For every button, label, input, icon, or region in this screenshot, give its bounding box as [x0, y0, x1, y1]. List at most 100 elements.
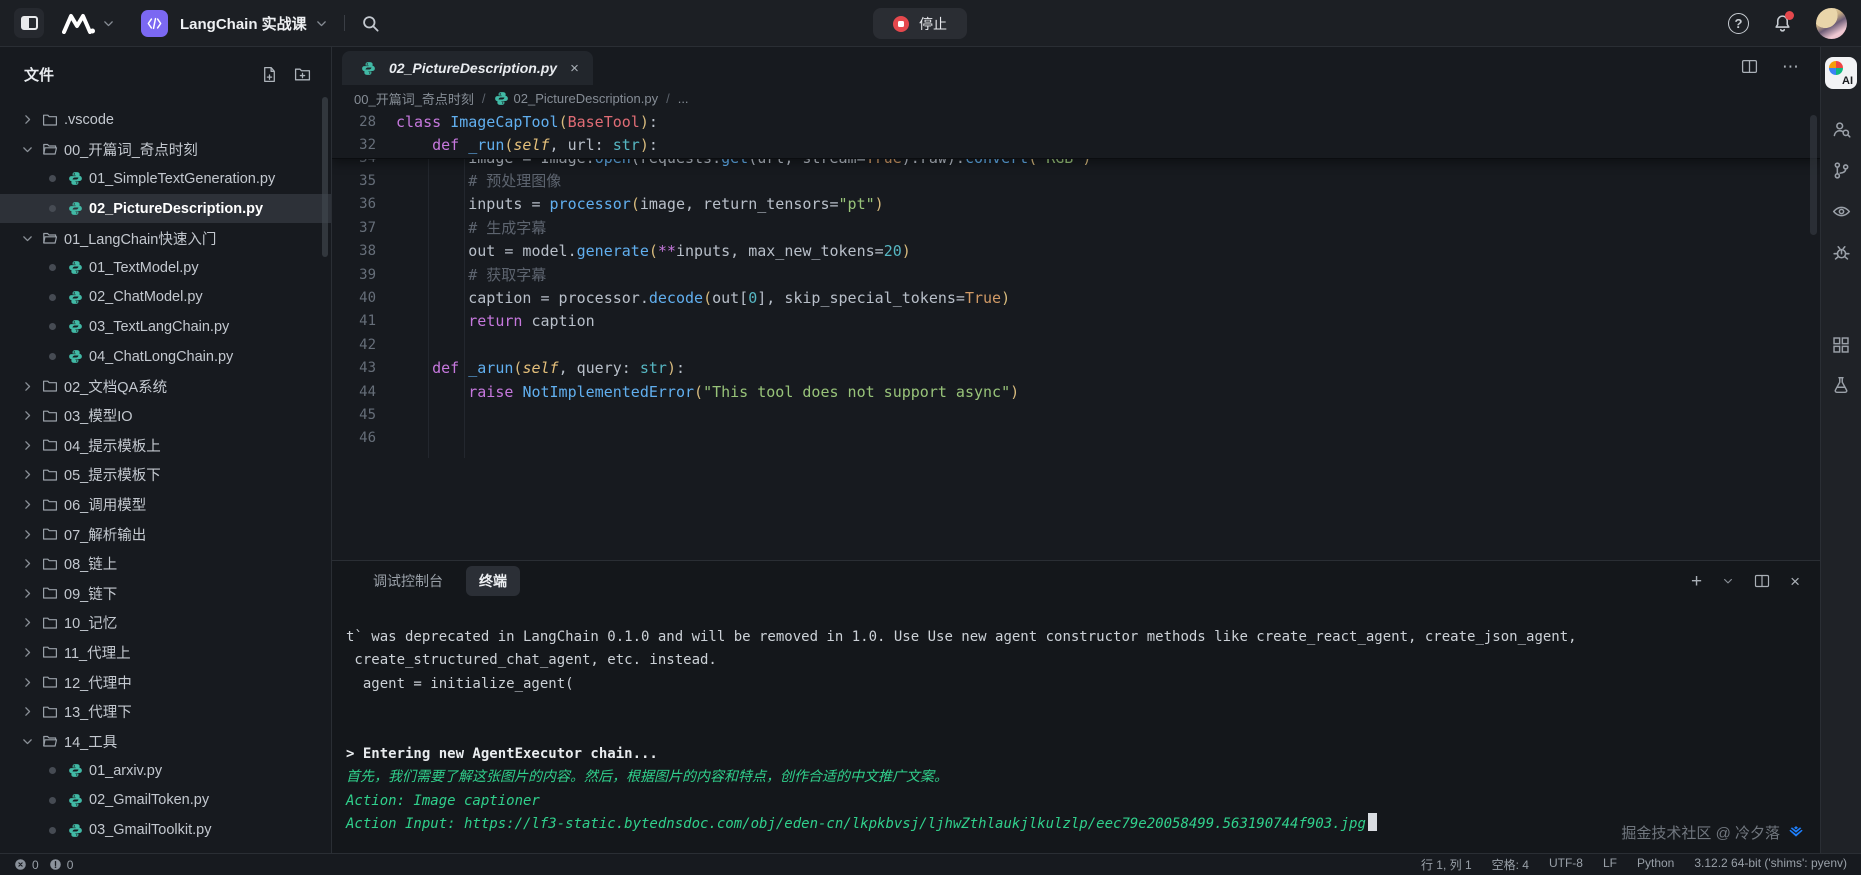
breadcrumb-separator: / — [666, 91, 670, 106]
folder-open-icon — [38, 733, 62, 749]
search-button[interactable] — [361, 14, 380, 33]
status-item[interactable]: 行 1, 列 1 — [1421, 856, 1472, 873]
tree-folder-row[interactable]: 11_代理上 — [0, 638, 331, 668]
app-window: LangChain 实战课 停止 ? 文件 — [0, 0, 1861, 875]
tree-folder-row[interactable]: 10_记忆 — [0, 608, 331, 638]
tree-folder-row[interactable]: 13_代理下 — [0, 697, 331, 727]
folder-icon — [38, 467, 62, 483]
code-line: 36 inputs = processor(image, return_tens… — [332, 193, 1820, 216]
errors-icon — [14, 858, 27, 871]
chevron-down-icon — [16, 232, 38, 245]
folder-icon — [38, 704, 62, 720]
tree-folder-row[interactable]: 08_链上 — [0, 549, 331, 579]
new-file-icon[interactable] — [261, 66, 278, 83]
source-control-icon[interactable] — [1832, 161, 1851, 180]
status-item[interactable]: LF — [1603, 856, 1617, 873]
code-editor[interactable]: 28class ImageCapTool(BaseTool):32 def _r… — [332, 111, 1820, 560]
breadcrumb-item[interactable]: 00_开篇词_奇点时刻 — [354, 89, 474, 108]
tree-file-row[interactable]: 01_arxiv.py — [0, 756, 331, 786]
stop-button[interactable]: 停止 — [873, 8, 967, 39]
breadcrumb-item[interactable]: ... — [678, 91, 689, 106]
chevron-down-icon — [16, 735, 38, 748]
status-item[interactable]: Python — [1637, 856, 1674, 873]
right-activity-bar: AI — [1820, 47, 1861, 853]
tree-folder-row[interactable]: 00_开篇词_奇点时刻 — [0, 135, 331, 165]
panel-tab[interactable]: 终端 — [466, 566, 520, 596]
tree-file-row[interactable]: 02_ChatModel.py — [0, 283, 331, 313]
tree-item-label: 01_LangChain快速入门 — [64, 228, 216, 249]
status-item[interactable]: UTF-8 — [1549, 856, 1583, 873]
project-switcher[interactable]: LangChain 实战课 — [180, 13, 328, 34]
new-folder-icon[interactable] — [294, 66, 311, 83]
folder-open-icon — [38, 230, 62, 246]
file-dot-icon — [41, 353, 63, 360]
tree-folder-row[interactable]: 07_解析输出 — [0, 519, 331, 549]
terminal-output[interactable]: t` was deprecated in LangChain 0.1.0 and… — [332, 601, 1820, 837]
problems-warnings[interactable]: 0 — [49, 858, 74, 872]
project-code-icon — [141, 10, 168, 37]
preview-eye-icon[interactable] — [1832, 202, 1851, 221]
tree-folder-row[interactable]: 06_调用模型 — [0, 490, 331, 520]
breadcrumb-item[interactable]: 02_PictureDescription.py — [494, 91, 659, 106]
tree-folder-row[interactable]: 01_LangChain快速入门 — [0, 223, 331, 253]
status-item[interactable]: 3.12.2 64-bit ('shims': pyenv) — [1694, 856, 1847, 873]
more-actions-icon[interactable]: ⋯ — [1782, 58, 1800, 75]
close-panel-icon[interactable]: × — [1790, 573, 1800, 590]
terminal-dropdown-icon[interactable] — [1722, 575, 1734, 587]
status-item[interactable]: 空格: 4 — [1492, 856, 1529, 873]
tree-item-label: 03_TextLangChain.py — [89, 319, 229, 335]
editor-tab-actions: ⋯ — [1741, 58, 1800, 75]
editor-column: 02_PictureDescription.py × ⋯ 00_开篇词_奇点时刻… — [332, 47, 1820, 853]
tree-folder-row[interactable]: 09_链下 — [0, 579, 331, 609]
panel-tab[interactable]: 调试控制台 — [360, 566, 456, 596]
problems-errors[interactable]: 0 — [14, 858, 39, 872]
tree-item-label: 07_解析输出 — [64, 524, 146, 545]
line-number: 46 — [332, 427, 376, 450]
tree-file-row[interactable]: 01_TextModel.py — [0, 253, 331, 283]
line-number: 37 — [332, 217, 376, 240]
tree-folder-row[interactable]: 12_代理中 — [0, 667, 331, 697]
folder-icon — [38, 585, 62, 601]
notifications-button[interactable] — [1773, 14, 1792, 33]
tree-file-row[interactable]: 02_PictureDescription.py — [0, 194, 331, 224]
stop-button-label: 停止 — [919, 14, 947, 34]
tree-folder-row[interactable]: .vscode — [0, 105, 331, 135]
stop-record-icon — [893, 16, 909, 32]
code-search-icon[interactable] — [1832, 120, 1851, 139]
sidebar-scrollbar-thumb[interactable] — [322, 97, 328, 257]
tree-file-row[interactable]: 03_TextLangChain.py — [0, 312, 331, 342]
new-terminal-icon[interactable]: + — [1691, 572, 1702, 591]
tree-folder-row[interactable]: 05_提示模板下 — [0, 460, 331, 490]
tab-close-icon[interactable]: × — [570, 61, 579, 76]
folder-icon — [38, 526, 62, 542]
debug-icon[interactable] — [1832, 243, 1851, 262]
line-number: 40 — [332, 287, 376, 310]
tree-file-row[interactable]: 01_SimpleTextGeneration.py — [0, 164, 331, 194]
ai-assistant-button[interactable]: AI — [1825, 57, 1857, 89]
tree-folder-row[interactable]: 02_文档QA系统 — [0, 371, 331, 401]
code-line: 32 def _run(self, url: str): — [332, 134, 1820, 157]
test-flask-icon[interactable] — [1832, 376, 1850, 394]
code-line: 39 # 获取字幕 — [332, 264, 1820, 287]
titlebar: LangChain 实战课 停止 ? — [0, 0, 1861, 47]
editor-scrollbar-thumb[interactable] — [1810, 115, 1817, 235]
chevron-right-icon — [16, 646, 38, 659]
tree-item-label: 09_链下 — [64, 583, 117, 604]
split-terminal-icon[interactable] — [1754, 573, 1770, 589]
chevron-right-icon — [16, 380, 38, 393]
editor-tab[interactable]: 02_PictureDescription.py × — [342, 51, 593, 85]
help-icon[interactable]: ? — [1728, 13, 1749, 34]
tree-item-label: 04_提示模板上 — [64, 435, 161, 456]
tree-file-row[interactable]: 02_GmailToken.py — [0, 786, 331, 816]
tree-folder-row[interactable]: 14_工具 — [0, 726, 331, 756]
tree-file-row[interactable]: 03_GmailToolkit.py — [0, 815, 331, 845]
tree-folder-row[interactable]: 04_提示模板上 — [0, 431, 331, 461]
app-logo-menu[interactable] — [62, 12, 115, 34]
sidebar-toggle-button[interactable] — [14, 8, 44, 38]
avatar[interactable] — [1816, 8, 1847, 39]
python-file-icon — [63, 201, 87, 216]
split-editor-icon[interactable] — [1741, 58, 1758, 75]
tree-folder-row[interactable]: 03_模型IO — [0, 401, 331, 431]
extensions-icon[interactable] — [1832, 336, 1850, 354]
tree-file-row[interactable]: 04_ChatLongChain.py — [0, 342, 331, 372]
